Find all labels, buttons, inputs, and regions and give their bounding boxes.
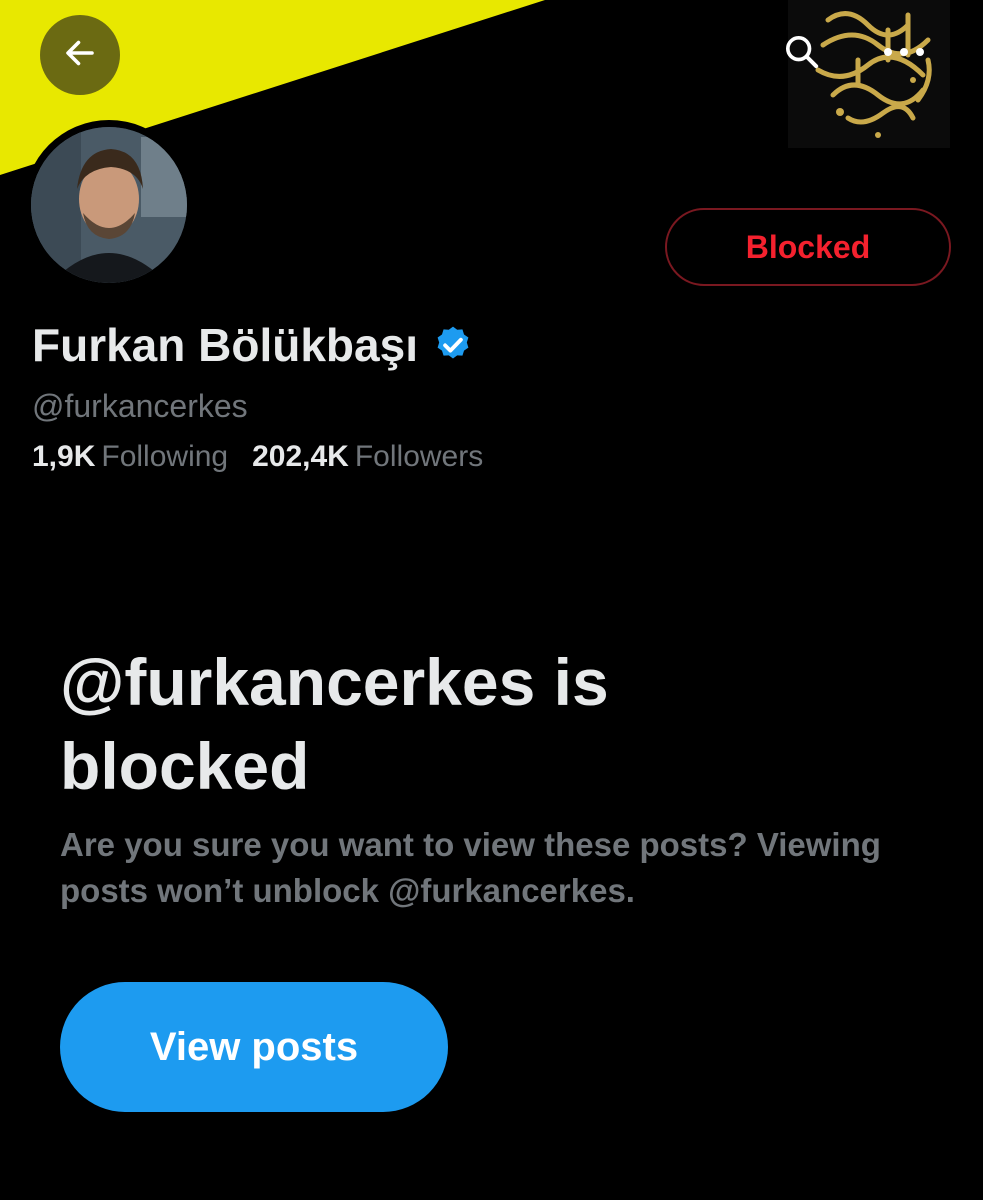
verified-badge-icon[interactable]: [432, 324, 474, 366]
blocked-notice-description: Are you sure you want to view these post…: [60, 826, 881, 909]
following-label: Following: [101, 440, 229, 473]
back-button[interactable]: [40, 15, 120, 95]
followers-label: Followers: [354, 440, 484, 473]
following-link[interactable]: 1,9K Following: [32, 440, 228, 474]
following-count: 1,9K: [32, 440, 96, 473]
avatar-photo: [31, 127, 187, 283]
display-name-text: Furkan Bölükbaşı: [32, 319, 418, 371]
search-button[interactable]: [774, 26, 830, 82]
more-horizontal-icon: [882, 42, 926, 67]
search-icon: [782, 32, 822, 77]
profile-display-name: Furkan Bölükbaşı: [32, 318, 474, 372]
arrow-left-icon: [62, 35, 98, 76]
blocked-button-label: Blocked: [745, 228, 871, 265]
followers-link[interactable]: 202,4K Followers: [252, 440, 483, 474]
profile-stats: 1,9K Following 202,4K Followers: [32, 440, 483, 474]
profile-handle: @furkancerkes: [32, 388, 248, 424]
blocked-button[interactable]: Blocked: [665, 208, 951, 286]
view-posts-label: View posts: [149, 1024, 359, 1069]
followers-count: 202,4K: [252, 440, 349, 473]
more-options-button[interactable]: [876, 26, 932, 82]
blocked-notice-title: @furkancerkes is blocked: [60, 645, 609, 803]
profile-avatar[interactable]: [24, 120, 194, 290]
view-posts-button[interactable]: View posts: [60, 982, 448, 1112]
